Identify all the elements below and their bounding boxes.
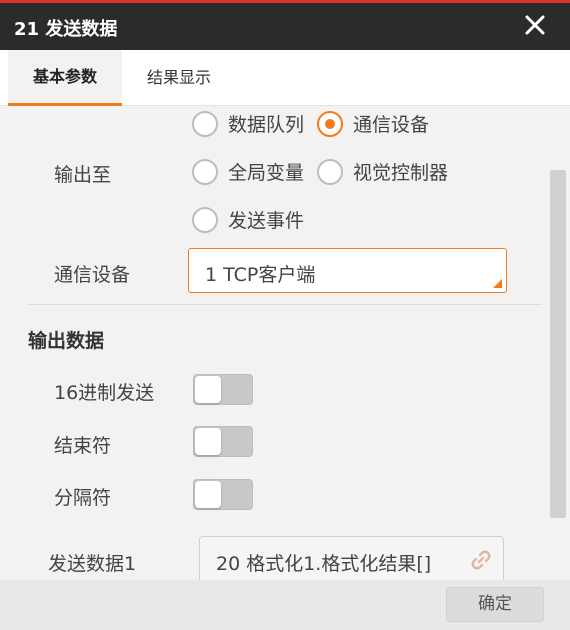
radio-circle xyxy=(192,206,218,233)
toggle-knob xyxy=(195,481,221,508)
vertical-scrollbar[interactable] xyxy=(550,170,566,518)
radio-circle xyxy=(317,158,343,185)
tab-result-display[interactable]: 结果显示 xyxy=(130,50,228,106)
send-data-field[interactable]: 20 格式化1.格式化结果[] xyxy=(199,536,504,580)
comm-device-label: 通信设备 xyxy=(54,264,131,286)
separator-label: 分隔符 xyxy=(54,487,112,509)
tab-bar: 基本参数 结果显示 xyxy=(0,50,570,106)
radio-circle-selected xyxy=(317,110,343,137)
radio-vision-controller[interactable]: 视觉控制器 xyxy=(317,158,448,185)
send-data-value: 20 格式化1.格式化结果[] xyxy=(216,553,432,575)
radio-circle xyxy=(192,158,218,185)
window-title: 21 发送数据 xyxy=(14,19,118,40)
radio-label: 发送事件 xyxy=(228,210,305,232)
dialog-footer: 确定 xyxy=(0,580,570,630)
toggle-knob xyxy=(195,376,221,403)
radio-label: 全局变量 xyxy=(228,162,305,184)
confirm-button[interactable]: 确定 xyxy=(446,587,544,622)
comm-device-value: 1 TCP客户端 xyxy=(205,264,316,286)
close-icon[interactable] xyxy=(522,12,548,38)
send-data-label: 发送数据1 xyxy=(48,553,137,575)
radio-send-event[interactable]: 发送事件 xyxy=(192,206,304,233)
output-to-label: 输出至 xyxy=(54,164,112,186)
params-panel: 数据队列 通信设备 输出至 全局变量 视觉控制器 发送事件 通信设备 1 TCP… xyxy=(0,106,570,580)
title-bar: 21 发送数据 xyxy=(0,3,570,50)
terminator-label: 结束符 xyxy=(54,435,112,457)
link-icon[interactable] xyxy=(469,548,493,572)
terminator-toggle[interactable] xyxy=(193,426,253,457)
radio-comm-device[interactable]: 通信设备 xyxy=(317,110,429,137)
output-data-section-title: 输出数据 xyxy=(28,330,105,352)
radio-global-variable[interactable]: 全局变量 xyxy=(192,158,304,185)
radio-label: 通信设备 xyxy=(353,114,430,136)
tab-basic-params[interactable]: 基本参数 xyxy=(8,50,122,106)
toggle-knob xyxy=(195,428,221,455)
radio-label: 视觉控制器 xyxy=(353,162,449,184)
dropdown-corner-icon xyxy=(493,279,502,288)
hex-send-toggle[interactable] xyxy=(193,374,253,405)
separator-toggle[interactable] xyxy=(193,479,253,510)
radio-label: 数据队列 xyxy=(228,114,305,136)
comm-device-select[interactable]: 1 TCP客户端 xyxy=(188,248,507,293)
radio-circle xyxy=(192,110,218,137)
section-divider xyxy=(28,304,542,305)
hex-send-label: 16进制发送 xyxy=(54,382,155,404)
radio-data-queue[interactable]: 数据队列 xyxy=(192,110,304,137)
